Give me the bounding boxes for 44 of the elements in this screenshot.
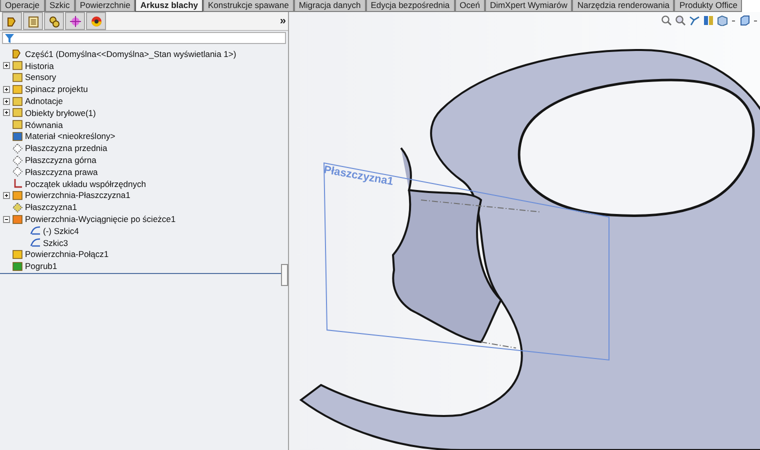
filter-icon[interactable] xyxy=(5,34,14,42)
part-name[interactable]: Część1 (Domyślna<<Domyślna>_Stan wyświetlania 1>) xyxy=(25,48,236,59)
expander-icon[interactable] xyxy=(2,216,10,223)
ribbon-tab[interactable]: Narzędzia renderowania xyxy=(572,0,674,12)
ribbon-tab[interactable]: Oceń xyxy=(454,0,485,12)
tree-item[interactable]: Płaszczyzna górna xyxy=(25,155,96,166)
zoom-area-icon[interactable] xyxy=(675,15,686,26)
tree-item[interactable]: Płaszczyzna przednia xyxy=(25,143,108,154)
tree-item[interactable]: Szkic3 xyxy=(43,238,68,248)
tree-item[interactable]: Pogrub1 xyxy=(25,261,58,272)
tree-item[interactable]: Powierzchnia-Połącz1 xyxy=(25,249,109,260)
filter-field[interactable] xyxy=(2,32,286,44)
ribbon-tab[interactable]: Powierzchnie xyxy=(74,0,136,12)
ribbon-tab[interactable]: Produkty Office xyxy=(674,0,742,12)
tree-item[interactable]: Równania xyxy=(25,120,63,130)
crosshair-icon[interactable] xyxy=(65,12,85,30)
ribbon-tab[interactable]: Arkusz blachy xyxy=(135,0,204,12)
expander-icon[interactable] xyxy=(2,98,10,105)
ribbon-tab[interactable]: Szkic xyxy=(44,0,75,12)
tree-item[interactable]: Obiekty bryłowe(1) xyxy=(25,108,96,118)
tree-item[interactable]: Sensory xyxy=(25,72,56,82)
splitter-handle[interactable] xyxy=(281,264,288,286)
expander-icon[interactable] xyxy=(2,86,10,93)
zoom-to-fit-icon[interactable] xyxy=(661,15,672,26)
expander-icon[interactable] xyxy=(2,192,10,199)
part-icon xyxy=(12,48,23,60)
tree-item[interactable]: Powierzchnia-Wyciągnięcie po ścieżce1 xyxy=(25,214,176,224)
tree-item[interactable]: (-) Szkic4 xyxy=(43,226,79,236)
ribbon-tab[interactable]: Migracja danych xyxy=(294,0,366,12)
ribbon-tab[interactable]: Edycja bezpośrednia xyxy=(366,0,455,12)
tree-item[interactable]: Płaszczyzna prawa xyxy=(25,166,98,177)
expand-glyph[interactable]: » xyxy=(280,15,286,27)
expander-icon[interactable] xyxy=(2,62,10,70)
tree-item[interactable]: Adnotacje xyxy=(25,96,63,106)
tree-item[interactable]: Powierzchnia-Płaszczyzna1 xyxy=(25,190,130,200)
tree-item[interactable]: Historia xyxy=(25,60,54,71)
tree-item[interactable]: Płaszczyzna1 xyxy=(25,202,77,212)
tree-item[interactable]: Materiał <nieokreślony> xyxy=(25,131,116,142)
ribbon-tab[interactable]: Konstrukcje spawane xyxy=(203,0,294,12)
tree-item[interactable]: Spinacz projektu xyxy=(25,84,88,94)
expander-icon[interactable] xyxy=(2,109,10,116)
tree-item[interactable]: Początek układu współrzędnych xyxy=(25,178,146,189)
ribbon-tab[interactable]: DimXpert Wymiarów xyxy=(484,0,572,12)
ribbon-tab[interactable]: Operacje xyxy=(0,0,44,12)
